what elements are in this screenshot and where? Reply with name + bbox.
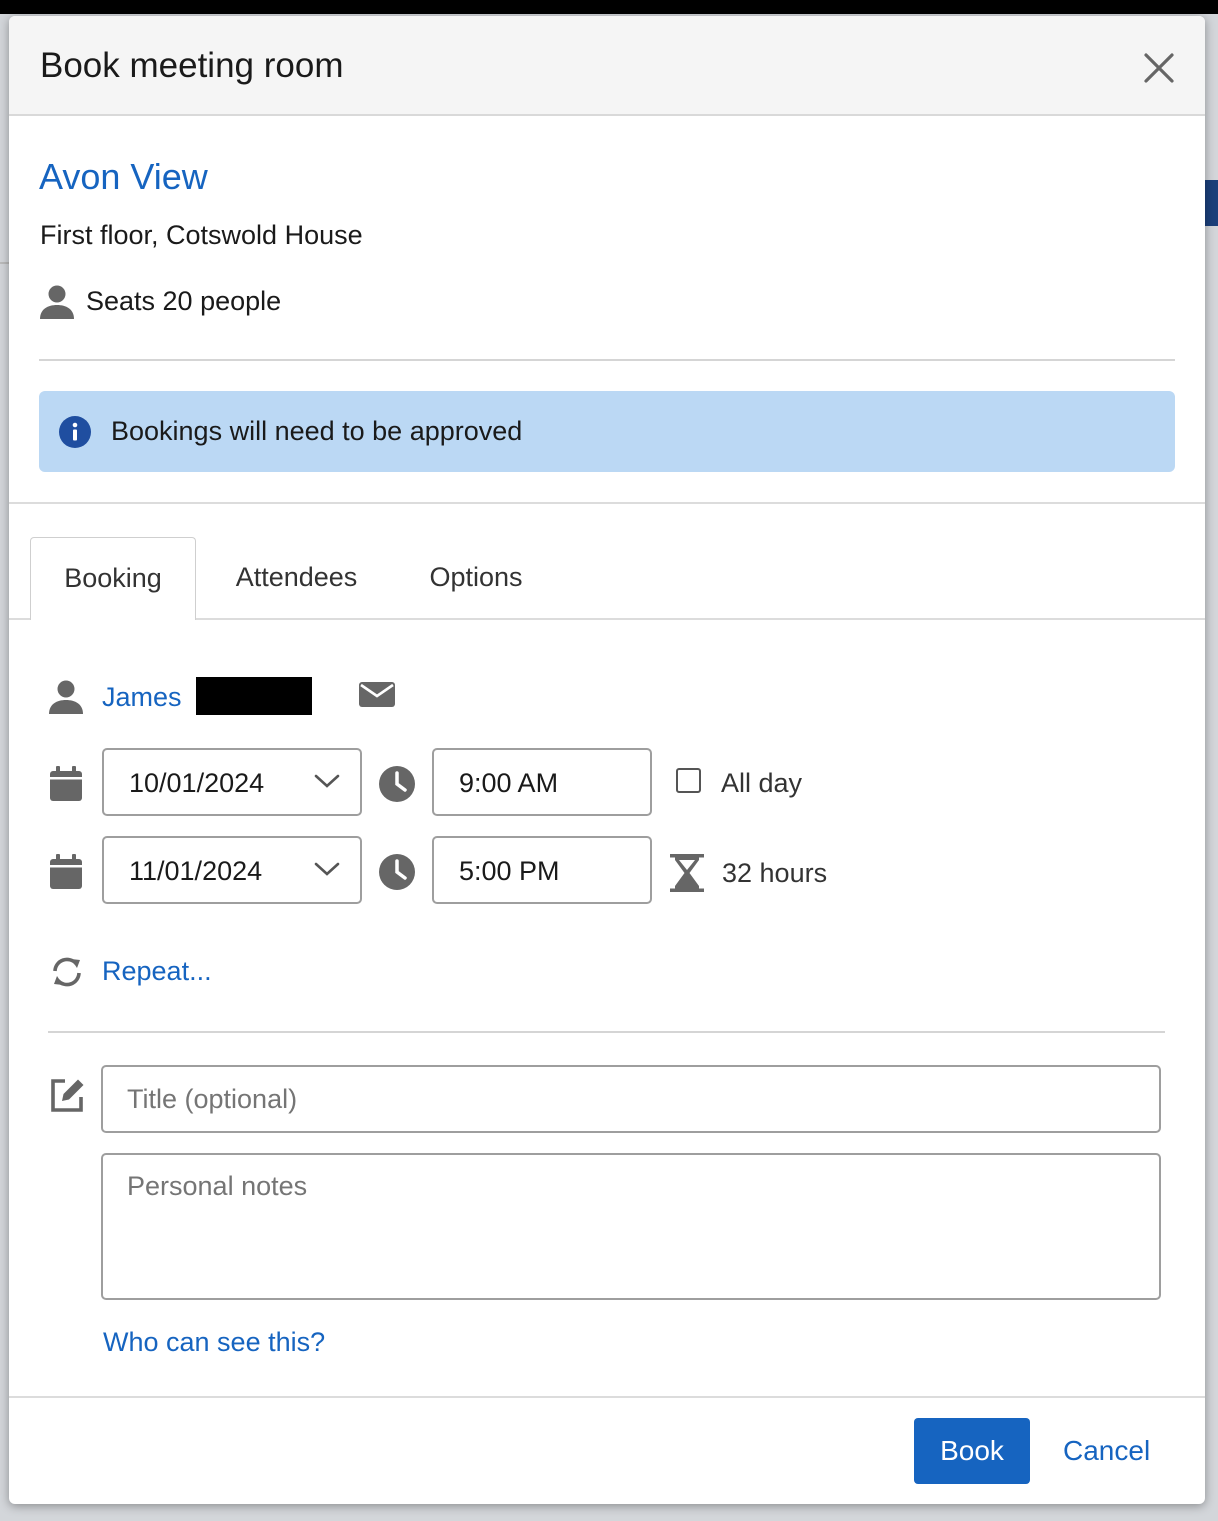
calendar-icon	[50, 766, 82, 801]
start-time-value: 9:00 AM	[459, 768, 559, 798]
cancel-button[interactable]: Cancel	[1063, 1435, 1150, 1467]
start-date-value: 10/01/2024	[129, 768, 265, 798]
info-icon	[59, 416, 91, 448]
book-button[interactable]: Book	[914, 1418, 1030, 1484]
info-banner-text: Bookings will need to be approved	[111, 416, 523, 446]
window-top-edge	[0, 0, 1218, 14]
background-page-strip	[1205, 180, 1218, 226]
hourglass-icon	[670, 854, 704, 892]
room-name-link[interactable]: Avon View	[39, 156, 208, 198]
email-icon[interactable]	[358, 679, 396, 709]
clock-icon	[379, 766, 415, 802]
who-can-see-link[interactable]: Who can see this?	[103, 1327, 325, 1358]
person-icon	[40, 285, 74, 319]
repeat-icon	[53, 957, 81, 987]
end-time-value: 5:00 PM	[459, 856, 560, 886]
dialog-header: Book meeting room	[9, 16, 1205, 116]
calendar-icon	[50, 854, 82, 889]
close-button[interactable]	[1137, 46, 1181, 90]
all-day-checkbox[interactable]	[676, 768, 701, 793]
footer-divider	[9, 1396, 1205, 1398]
all-day-label[interactable]: All day	[721, 768, 802, 799]
dialog-title: Book meeting room	[40, 46, 344, 85]
close-icon	[1144, 53, 1174, 83]
end-time-input[interactable]: 5:00 PM	[432, 836, 652, 904]
start-time-input[interactable]: 9:00 AM	[432, 748, 652, 816]
edit-icon	[51, 1079, 84, 1112]
divider	[48, 1031, 1165, 1033]
booking-duration: 32 hours	[722, 858, 828, 888]
end-date-value: 11/01/2024	[129, 856, 263, 886]
room-location: First floor, Cotswold House	[40, 220, 363, 250]
tab-attendees[interactable]: Attendees	[219, 537, 374, 620]
tab-booking[interactable]: Booking	[30, 537, 196, 620]
divider	[39, 359, 1175, 361]
approval-info-banner: Bookings will need to be approved	[39, 391, 1175, 472]
personal-notes-textarea[interactable]	[101, 1153, 1161, 1300]
seat-capacity: Seats 20 people	[86, 286, 282, 316]
book-meeting-room-dialog: Book meeting room Avon View First floor,…	[9, 16, 1205, 1504]
chevron-down-icon	[314, 862, 340, 876]
title-input[interactable]	[101, 1065, 1161, 1133]
tab-options[interactable]: Options	[411, 537, 541, 620]
clock-icon	[379, 854, 415, 890]
divider	[9, 502, 1205, 504]
end-date-select[interactable]: 11/01/2024	[102, 836, 362, 904]
start-date-select[interactable]: 10/01/2024	[102, 748, 362, 816]
organiser-name-link[interactable]: James	[102, 682, 182, 713]
repeat-link[interactable]: Repeat...	[102, 956, 212, 987]
redacted-surname	[196, 677, 312, 715]
organiser-person-icon	[49, 680, 83, 714]
chevron-down-icon	[314, 774, 340, 788]
background-page-divider	[0, 262, 9, 264]
